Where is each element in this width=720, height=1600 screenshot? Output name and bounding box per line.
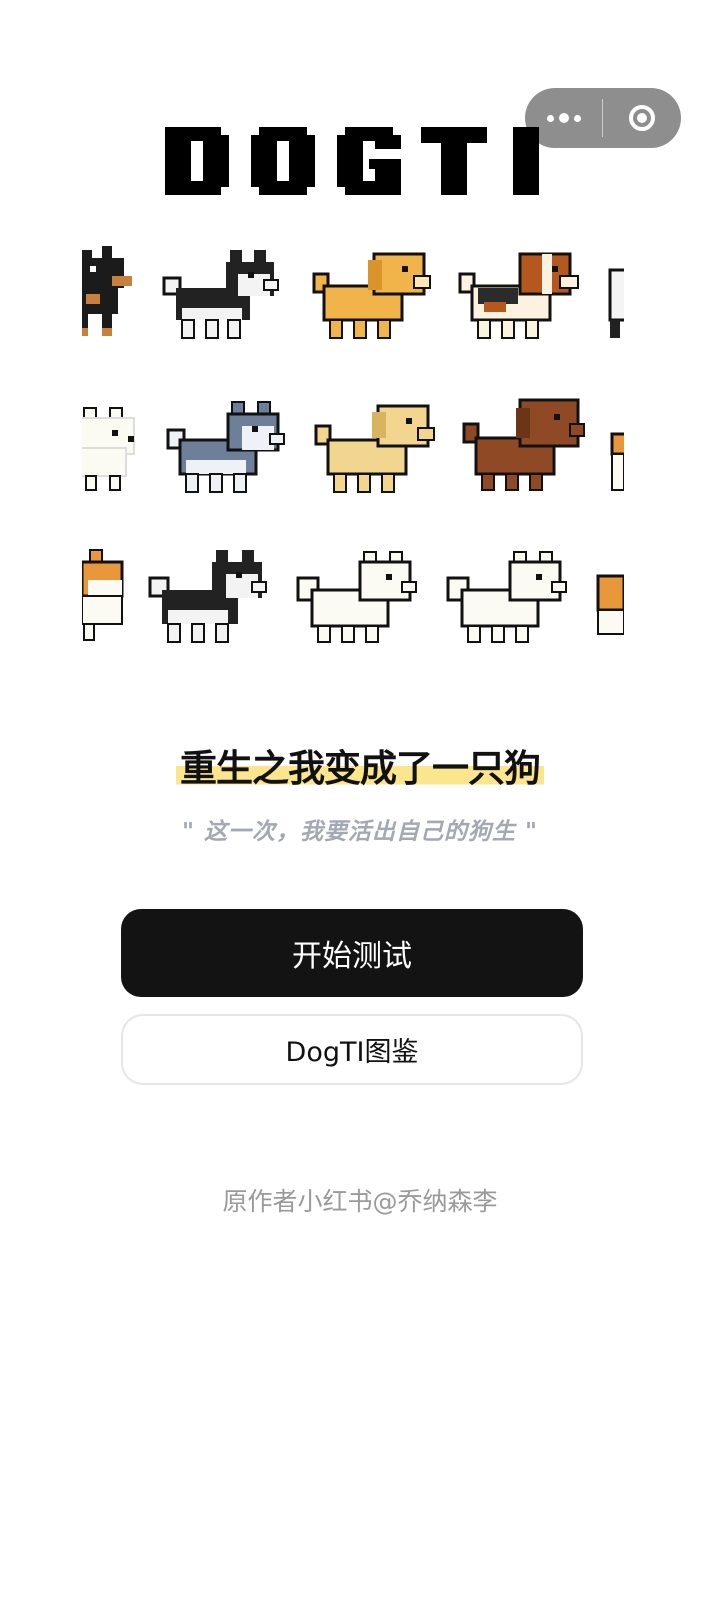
beagle-dog-icon xyxy=(458,252,579,339)
dog-row-2 xyxy=(82,390,624,500)
white-spitz-dog-icon xyxy=(82,407,135,491)
shiba-dog-icon xyxy=(596,574,624,635)
more-dots-icon xyxy=(546,113,581,123)
dog-row-3 xyxy=(82,542,624,650)
doberman-dog-icon xyxy=(82,246,132,336)
white-dog-icon xyxy=(608,268,624,338)
poodle-dog-icon xyxy=(462,398,585,491)
headline-title: 重生之我变成了一只狗 xyxy=(176,738,544,792)
miniprogram-capsule xyxy=(525,88,681,148)
husky-grey-dog-icon xyxy=(166,401,285,493)
shiba-dog-icon xyxy=(610,432,624,491)
samoyed-dog-icon xyxy=(446,551,567,643)
target-close-icon xyxy=(628,105,655,131)
husky-dog-icon xyxy=(148,550,267,643)
shiba-dog-icon xyxy=(82,549,124,641)
dogti-gallery-button[interactable]: DogTI图鉴 xyxy=(121,1014,583,1085)
author-credit: 原作者小红书@乔纳森李 xyxy=(222,1187,498,1216)
headline-container: 重生之我变成了一只狗 xyxy=(0,738,720,792)
start-test-button[interactable]: 开始测试 xyxy=(121,909,583,997)
dog-breed-carousel xyxy=(82,230,624,650)
headline-quote: " 这一次，我要活出自己的狗生 " xyxy=(182,819,538,845)
labrador-dog-icon xyxy=(314,404,435,493)
close-button[interactable] xyxy=(603,88,680,148)
app-logo xyxy=(165,127,539,195)
husky-dog-icon xyxy=(162,250,279,339)
dog-row-1 xyxy=(82,236,624,346)
samoyed-dog-icon xyxy=(296,551,417,643)
golden-retriever-dog-icon xyxy=(312,252,431,339)
